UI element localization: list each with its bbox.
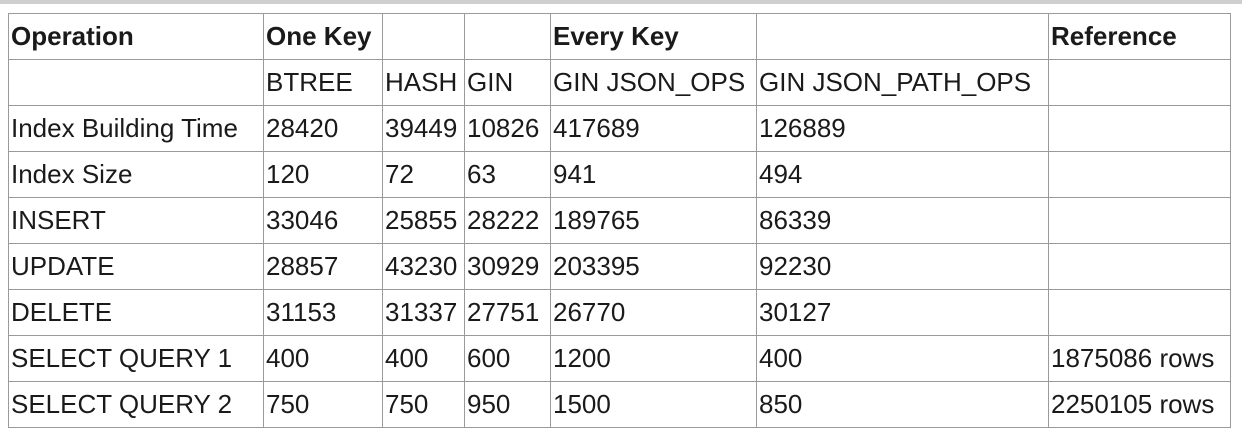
subheader-cell: GIN JSON_PATH_OPS — [756, 59, 1049, 106]
subheader-cell — [1048, 59, 1231, 106]
header-cell — [382, 13, 465, 60]
value-cell — [1048, 243, 1231, 290]
value-cell: 400 — [382, 335, 465, 382]
operation-cell: Index Size — [8, 151, 264, 198]
value-cell: 400 — [263, 335, 383, 382]
value-cell: 63 — [464, 151, 551, 198]
value-cell — [1048, 105, 1231, 152]
header-cell: Every Key — [550, 13, 757, 60]
value-cell: 417689 — [550, 105, 757, 152]
table-row: DELETE 31153 31337 27751 26770 30127 — [8, 289, 1231, 336]
value-cell: 941 — [550, 151, 757, 198]
value-cell: 28857 — [263, 243, 383, 290]
subheader-cell — [8, 59, 264, 106]
value-cell: 39449 — [382, 105, 465, 152]
table-row: UPDATE 28857 43230 30929 203395 92230 — [8, 243, 1231, 290]
table-row: Index Size 120 72 63 941 494 — [8, 151, 1231, 198]
value-cell: 92230 — [756, 243, 1049, 290]
header-cell — [464, 13, 551, 60]
table-body: Index Building Time 28420 39449 10826 417689… — [8, 105, 1231, 428]
value-cell: 189765 — [550, 197, 757, 244]
value-cell: 10826 — [464, 105, 551, 152]
value-cell — [1048, 151, 1231, 198]
value-cell: 26770 — [550, 289, 757, 336]
value-cell: 25855 — [382, 197, 465, 244]
value-cell: 1200 — [550, 335, 757, 382]
value-cell: 28420 — [263, 105, 383, 152]
subheader-cell: GIN — [464, 59, 551, 106]
value-cell: 600 — [464, 335, 551, 382]
value-cell: 2250105 rows — [1048, 381, 1231, 428]
operation-cell: UPDATE — [8, 243, 264, 290]
value-cell: 126889 — [756, 105, 1049, 152]
operation-cell: SELECT QUERY 1 — [8, 335, 264, 382]
value-cell — [1048, 197, 1231, 244]
value-cell — [1048, 289, 1231, 336]
subheader-cell: BTREE — [263, 59, 383, 106]
value-cell: 30929 — [464, 243, 551, 290]
subheader-cell: HASH — [382, 59, 465, 106]
header-cell: Operation — [8, 13, 264, 60]
subheader-cell: GIN JSON_OPS — [550, 59, 757, 106]
value-cell: 30127 — [756, 289, 1049, 336]
value-cell: 33046 — [263, 197, 383, 244]
value-cell: 1500 — [550, 381, 757, 428]
operation-cell: Index Building Time — [8, 105, 264, 152]
table-row: SELECT QUERY 2 750 750 950 1500 850 2250105 ro… — [8, 381, 1231, 428]
benchmark-table: Operation One Key Every Key Reference BT… — [8, 13, 1231, 428]
header-row-sub: BTREE HASH GIN GIN JSON_OPS GIN JSON_PAT… — [8, 59, 1231, 106]
table-row: INSERT 33046 25855 28222 189765 86339 — [8, 197, 1231, 244]
operation-cell: INSERT — [8, 197, 264, 244]
value-cell: 31153 — [263, 289, 383, 336]
table-row: Index Building Time 28420 39449 10826 417689… — [8, 105, 1231, 152]
value-cell: 850 — [756, 381, 1049, 428]
value-cell: 86339 — [756, 197, 1049, 244]
value-cell: 72 — [382, 151, 465, 198]
operation-cell: DELETE — [8, 289, 264, 336]
value-cell: 203395 — [550, 243, 757, 290]
value-cell: 400 — [756, 335, 1049, 382]
value-cell: 1875086 rows — [1048, 335, 1231, 382]
header-cell: One Key — [263, 13, 383, 60]
value-cell: 28222 — [464, 197, 551, 244]
operation-cell: SELECT QUERY 2 — [8, 381, 264, 428]
header-cell: Reference — [1048, 13, 1231, 60]
value-cell: 31337 — [382, 289, 465, 336]
header-cell — [756, 13, 1049, 60]
value-cell: 120 — [263, 151, 383, 198]
table-row: SELECT QUERY 1 400 400 600 1200 400 1875086 ro… — [8, 335, 1231, 382]
value-cell: 750 — [263, 381, 383, 428]
value-cell: 43230 — [382, 243, 465, 290]
value-cell: 750 — [382, 381, 465, 428]
top-divider — [0, 0, 1242, 4]
value-cell: 950 — [464, 381, 551, 428]
header-row-top: Operation One Key Every Key Reference — [8, 13, 1231, 60]
value-cell: 494 — [756, 151, 1049, 198]
value-cell: 27751 — [464, 289, 551, 336]
